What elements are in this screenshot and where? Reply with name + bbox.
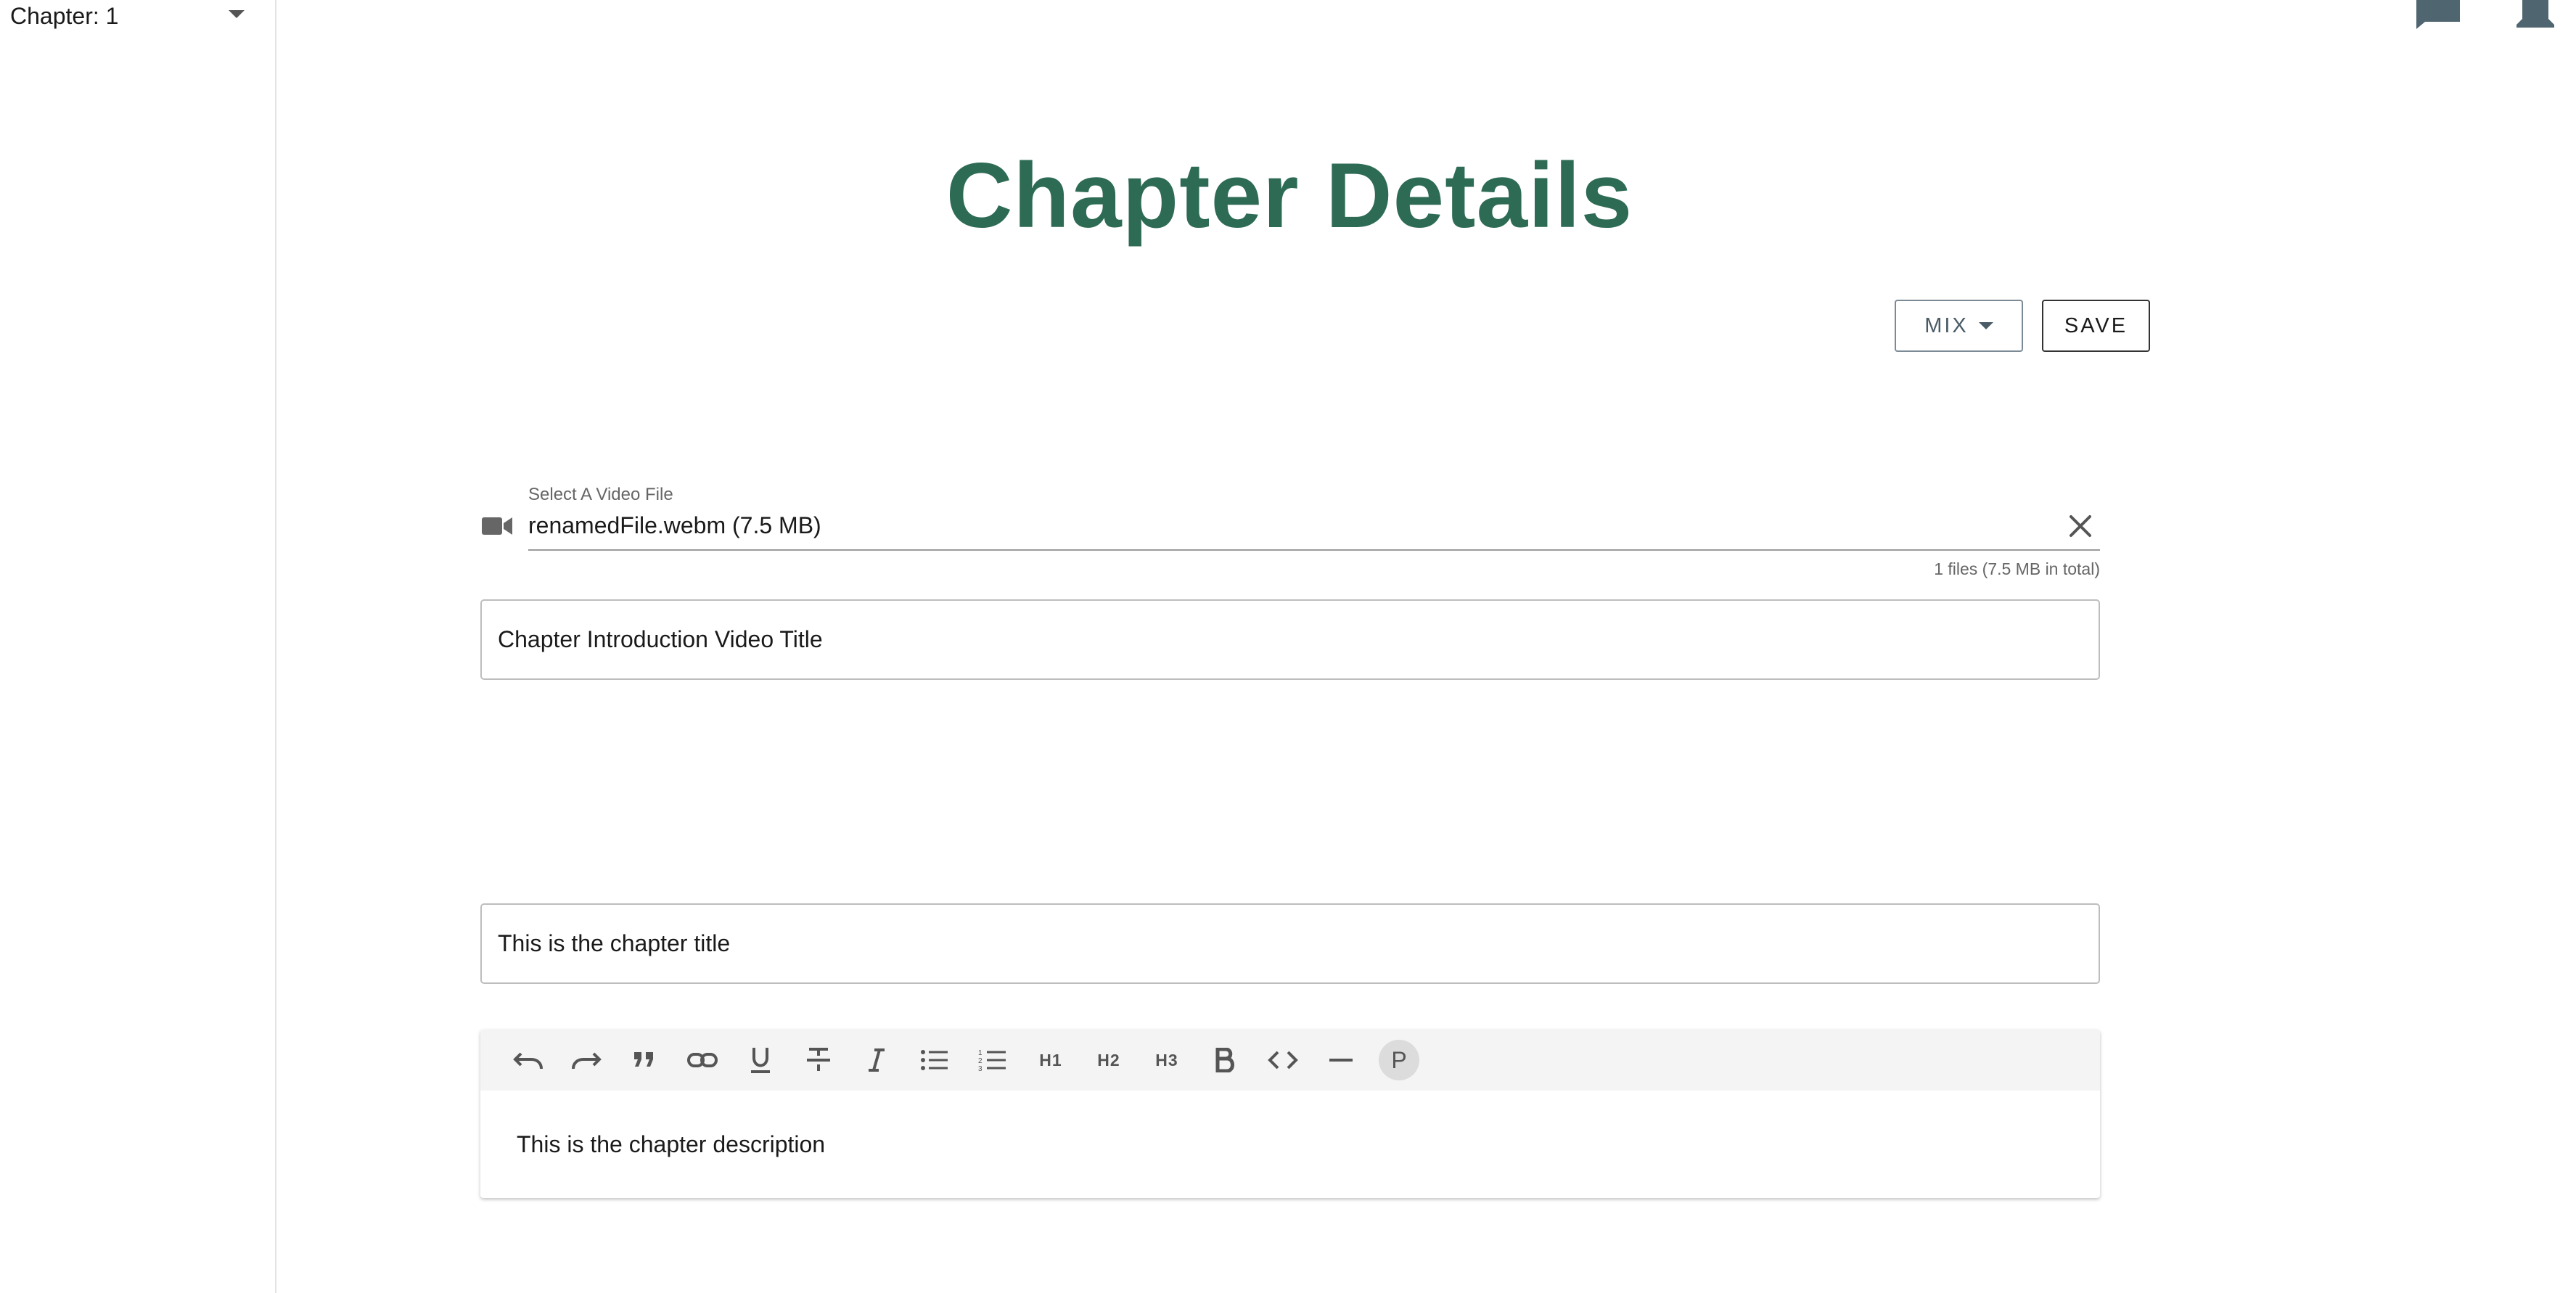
mix-dropdown-button[interactable]: MIX (1895, 300, 2023, 352)
notifications-icon[interactable] (2514, 0, 2557, 34)
underline-icon[interactable] (731, 1038, 789, 1082)
video-file-underline (528, 549, 2100, 551)
heading-3-button[interactable]: H3 (1138, 1038, 1196, 1082)
svg-text:1: 1 (978, 1049, 983, 1057)
svg-text:3: 3 (978, 1065, 983, 1072)
save-button[interactable]: SAVE (2042, 300, 2150, 352)
redo-icon[interactable] (557, 1038, 615, 1082)
bold-icon[interactable] (1196, 1038, 1254, 1082)
video-title-field[interactable]: Chapter Introduction Video Title (480, 599, 2100, 680)
videocam-icon (482, 516, 512, 540)
bullet-list-icon[interactable] (906, 1038, 964, 1082)
horizontal-rule-icon[interactable] (1312, 1038, 1370, 1082)
close-icon[interactable] (2068, 514, 2093, 542)
undo-icon[interactable] (499, 1038, 557, 1082)
video-file-label: Select A Video File (528, 485, 673, 504)
chapter-select[interactable]: Chapter: 1 (10, 0, 245, 32)
page-title-wrap: Chapter Details (0, 142, 2576, 248)
link-icon[interactable] (673, 1038, 731, 1082)
heading-2-button[interactable]: H2 (1080, 1038, 1138, 1082)
italic-icon[interactable] (848, 1038, 906, 1082)
paragraph-button[interactable]: P (1370, 1038, 1428, 1082)
page-title: Chapter Details (946, 144, 1633, 247)
video-file-input[interactable]: renamedFile.webm (7.5 MB) (528, 512, 821, 539)
chapter-title-field[interactable]: This is the chapter title (480, 903, 2100, 984)
mix-button-label: MIX (1924, 313, 1969, 337)
chapter-select-label: Chapter: 1 (10, 2, 119, 29)
rich-text-editor: 123 H1 H2 H3 P This is the chapter descr… (480, 1030, 2100, 1198)
chevron-down-icon (229, 10, 245, 18)
strikethrough-icon[interactable] (789, 1038, 848, 1082)
svg-text:2: 2 (978, 1057, 983, 1065)
chat-bubble-icon[interactable] (2415, 0, 2461, 33)
editor-content[interactable]: This is the chapter description (480, 1091, 2100, 1158)
chevron-down-icon (1978, 322, 1993, 329)
code-icon[interactable] (1254, 1038, 1312, 1082)
blockquote-icon[interactable] (615, 1038, 673, 1082)
paragraph-label: P (1379, 1040, 1419, 1080)
heading-1-button[interactable]: H1 (1022, 1038, 1080, 1082)
editor-toolbar: 123 H1 H2 H3 P (480, 1030, 2100, 1091)
video-file-summary: 1 files (7.5 MB in total) (1934, 559, 2100, 578)
numbered-list-icon[interactable]: 123 (964, 1038, 1022, 1082)
